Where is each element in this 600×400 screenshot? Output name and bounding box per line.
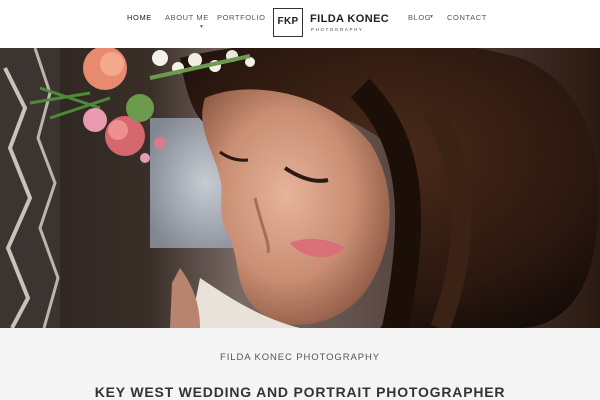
chevron-down-icon: ▼ bbox=[429, 14, 434, 20]
page-heading: KEY WEST WEDDING AND PORTRAIT PHOTOGRAPH… bbox=[94, 384, 506, 400]
nav-portfolio[interactable]: PORTFOLIO bbox=[217, 13, 266, 22]
chevron-down-icon: ▼ bbox=[199, 24, 204, 30]
site-name-line: FILDA KONEC PHOTOGRAPHY bbox=[220, 352, 380, 363]
nav-blog[interactable]: BLOG bbox=[408, 13, 431, 22]
logo-name: FILDA KONEC bbox=[310, 13, 390, 25]
logo-mark: FKP bbox=[273, 8, 303, 37]
nav-home[interactable]: HOME bbox=[127, 13, 152, 22]
hero-image bbox=[0, 48, 600, 328]
logo-subtitle: PHOTOGRAPHY bbox=[311, 27, 364, 32]
hero-photo bbox=[0, 48, 600, 328]
nav-contact[interactable]: CONTACT bbox=[447, 13, 487, 22]
site-header: HOME ABOUT ME ▼ PORTFOLIO BLOG ▼ CONTACT… bbox=[0, 0, 600, 48]
nav-about-me[interactable]: ABOUT ME bbox=[165, 13, 209, 22]
